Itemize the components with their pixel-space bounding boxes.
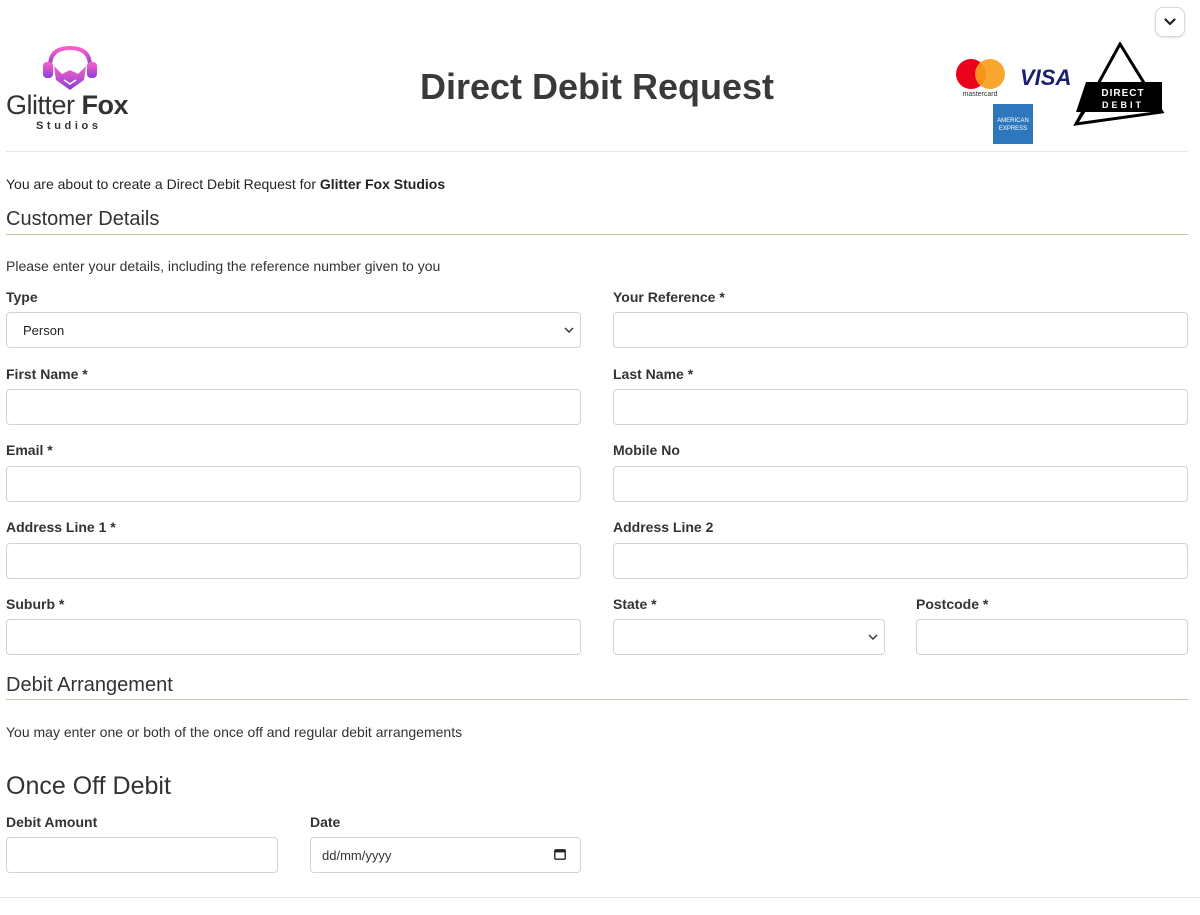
mobile-label: Mobile No xyxy=(613,442,680,458)
first-name-label: First Name * xyxy=(6,366,88,382)
chevron-down-icon xyxy=(1164,18,1176,26)
chevron-down-icon xyxy=(564,327,574,333)
amex-logo: AMERICAN EXPRESS xyxy=(993,104,1033,144)
svg-text:mastercard: mastercard xyxy=(962,91,997,98)
svg-text:AMERICAN: AMERICAN xyxy=(997,118,1029,124)
first-name-input[interactable] xyxy=(6,389,581,425)
debit-arrangement-helper: You may enter one or both of the once of… xyxy=(6,724,463,740)
header-divider xyxy=(6,151,1188,152)
debit-arrangement-heading: Debit Arrangement xyxy=(6,674,173,696)
fox-headphones-icon xyxy=(43,45,97,90)
footer-divider xyxy=(0,897,1200,898)
date-input[interactable]: dd/mm/yyyy xyxy=(310,837,581,873)
state-select[interactable] xyxy=(613,619,885,655)
address1-label: Address Line 1 * xyxy=(6,519,116,535)
customer-details-helper: Please enter your details, including the… xyxy=(6,258,441,274)
reference-input[interactable] xyxy=(613,312,1188,348)
address2-input[interactable] xyxy=(613,543,1188,579)
collapse-toggle-button[interactable] xyxy=(1155,7,1185,37)
reference-label: Your Reference * xyxy=(613,289,725,305)
calendar-icon[interactable] xyxy=(554,848,566,860)
last-name-input[interactable] xyxy=(613,389,1188,425)
email-label: Email * xyxy=(6,442,53,458)
type-label: Type xyxy=(6,289,38,305)
last-name-label: Last Name * xyxy=(613,366,694,382)
direct-debit-logo: DIRECT DEBIT xyxy=(1073,42,1165,126)
mobile-input[interactable] xyxy=(613,466,1188,502)
once-off-debit-heading: Once Off Debit xyxy=(6,772,171,800)
postcode-input[interactable] xyxy=(916,619,1188,655)
debit-amount-input[interactable] xyxy=(6,837,278,873)
svg-text:EXPRESS: EXPRESS xyxy=(999,126,1027,132)
logo-wordmark: Glitter Fox xyxy=(6,90,129,120)
type-select-value: Person xyxy=(23,322,65,338)
svg-text:DIRECT: DIRECT xyxy=(1101,88,1144,99)
suburb-label: Suburb * xyxy=(6,596,65,612)
date-label: Date xyxy=(310,814,341,830)
intro-text: You are about to create a Direct Debit R… xyxy=(6,176,446,192)
payment-logos: mastercard VISA AMERICAN EXPRESS DIRECT … xyxy=(956,42,1165,144)
mastercard-logo: mastercard xyxy=(956,59,1005,98)
debit-amount-label: Debit Amount xyxy=(6,814,98,830)
address2-label: Address Line 2 xyxy=(613,519,714,535)
address1-input[interactable] xyxy=(6,543,581,579)
type-select[interactable]: Person xyxy=(6,312,581,348)
company-logo: Glitter Fox Studios xyxy=(6,44,136,134)
suburb-input[interactable] xyxy=(6,619,581,655)
postcode-label: Postcode * xyxy=(916,596,989,612)
company-name: Glitter Fox Studios xyxy=(319,176,446,192)
state-label: State * xyxy=(613,596,657,612)
customer-details-heading: Customer Details xyxy=(6,208,160,230)
customer-details-divider xyxy=(6,234,1188,235)
visa-logo: VISA xyxy=(1020,65,1071,90)
svg-text:DEBIT: DEBIT xyxy=(1102,100,1144,110)
email-input[interactable] xyxy=(6,466,581,502)
date-placeholder: dd/mm/yyyy xyxy=(322,847,392,863)
chevron-down-icon xyxy=(868,634,878,640)
page-header: Glitter Fox Studios Direct Debit Request… xyxy=(6,40,1188,150)
debit-arrangement-divider xyxy=(6,699,1188,700)
logo-subtitle: Studios xyxy=(36,120,102,132)
